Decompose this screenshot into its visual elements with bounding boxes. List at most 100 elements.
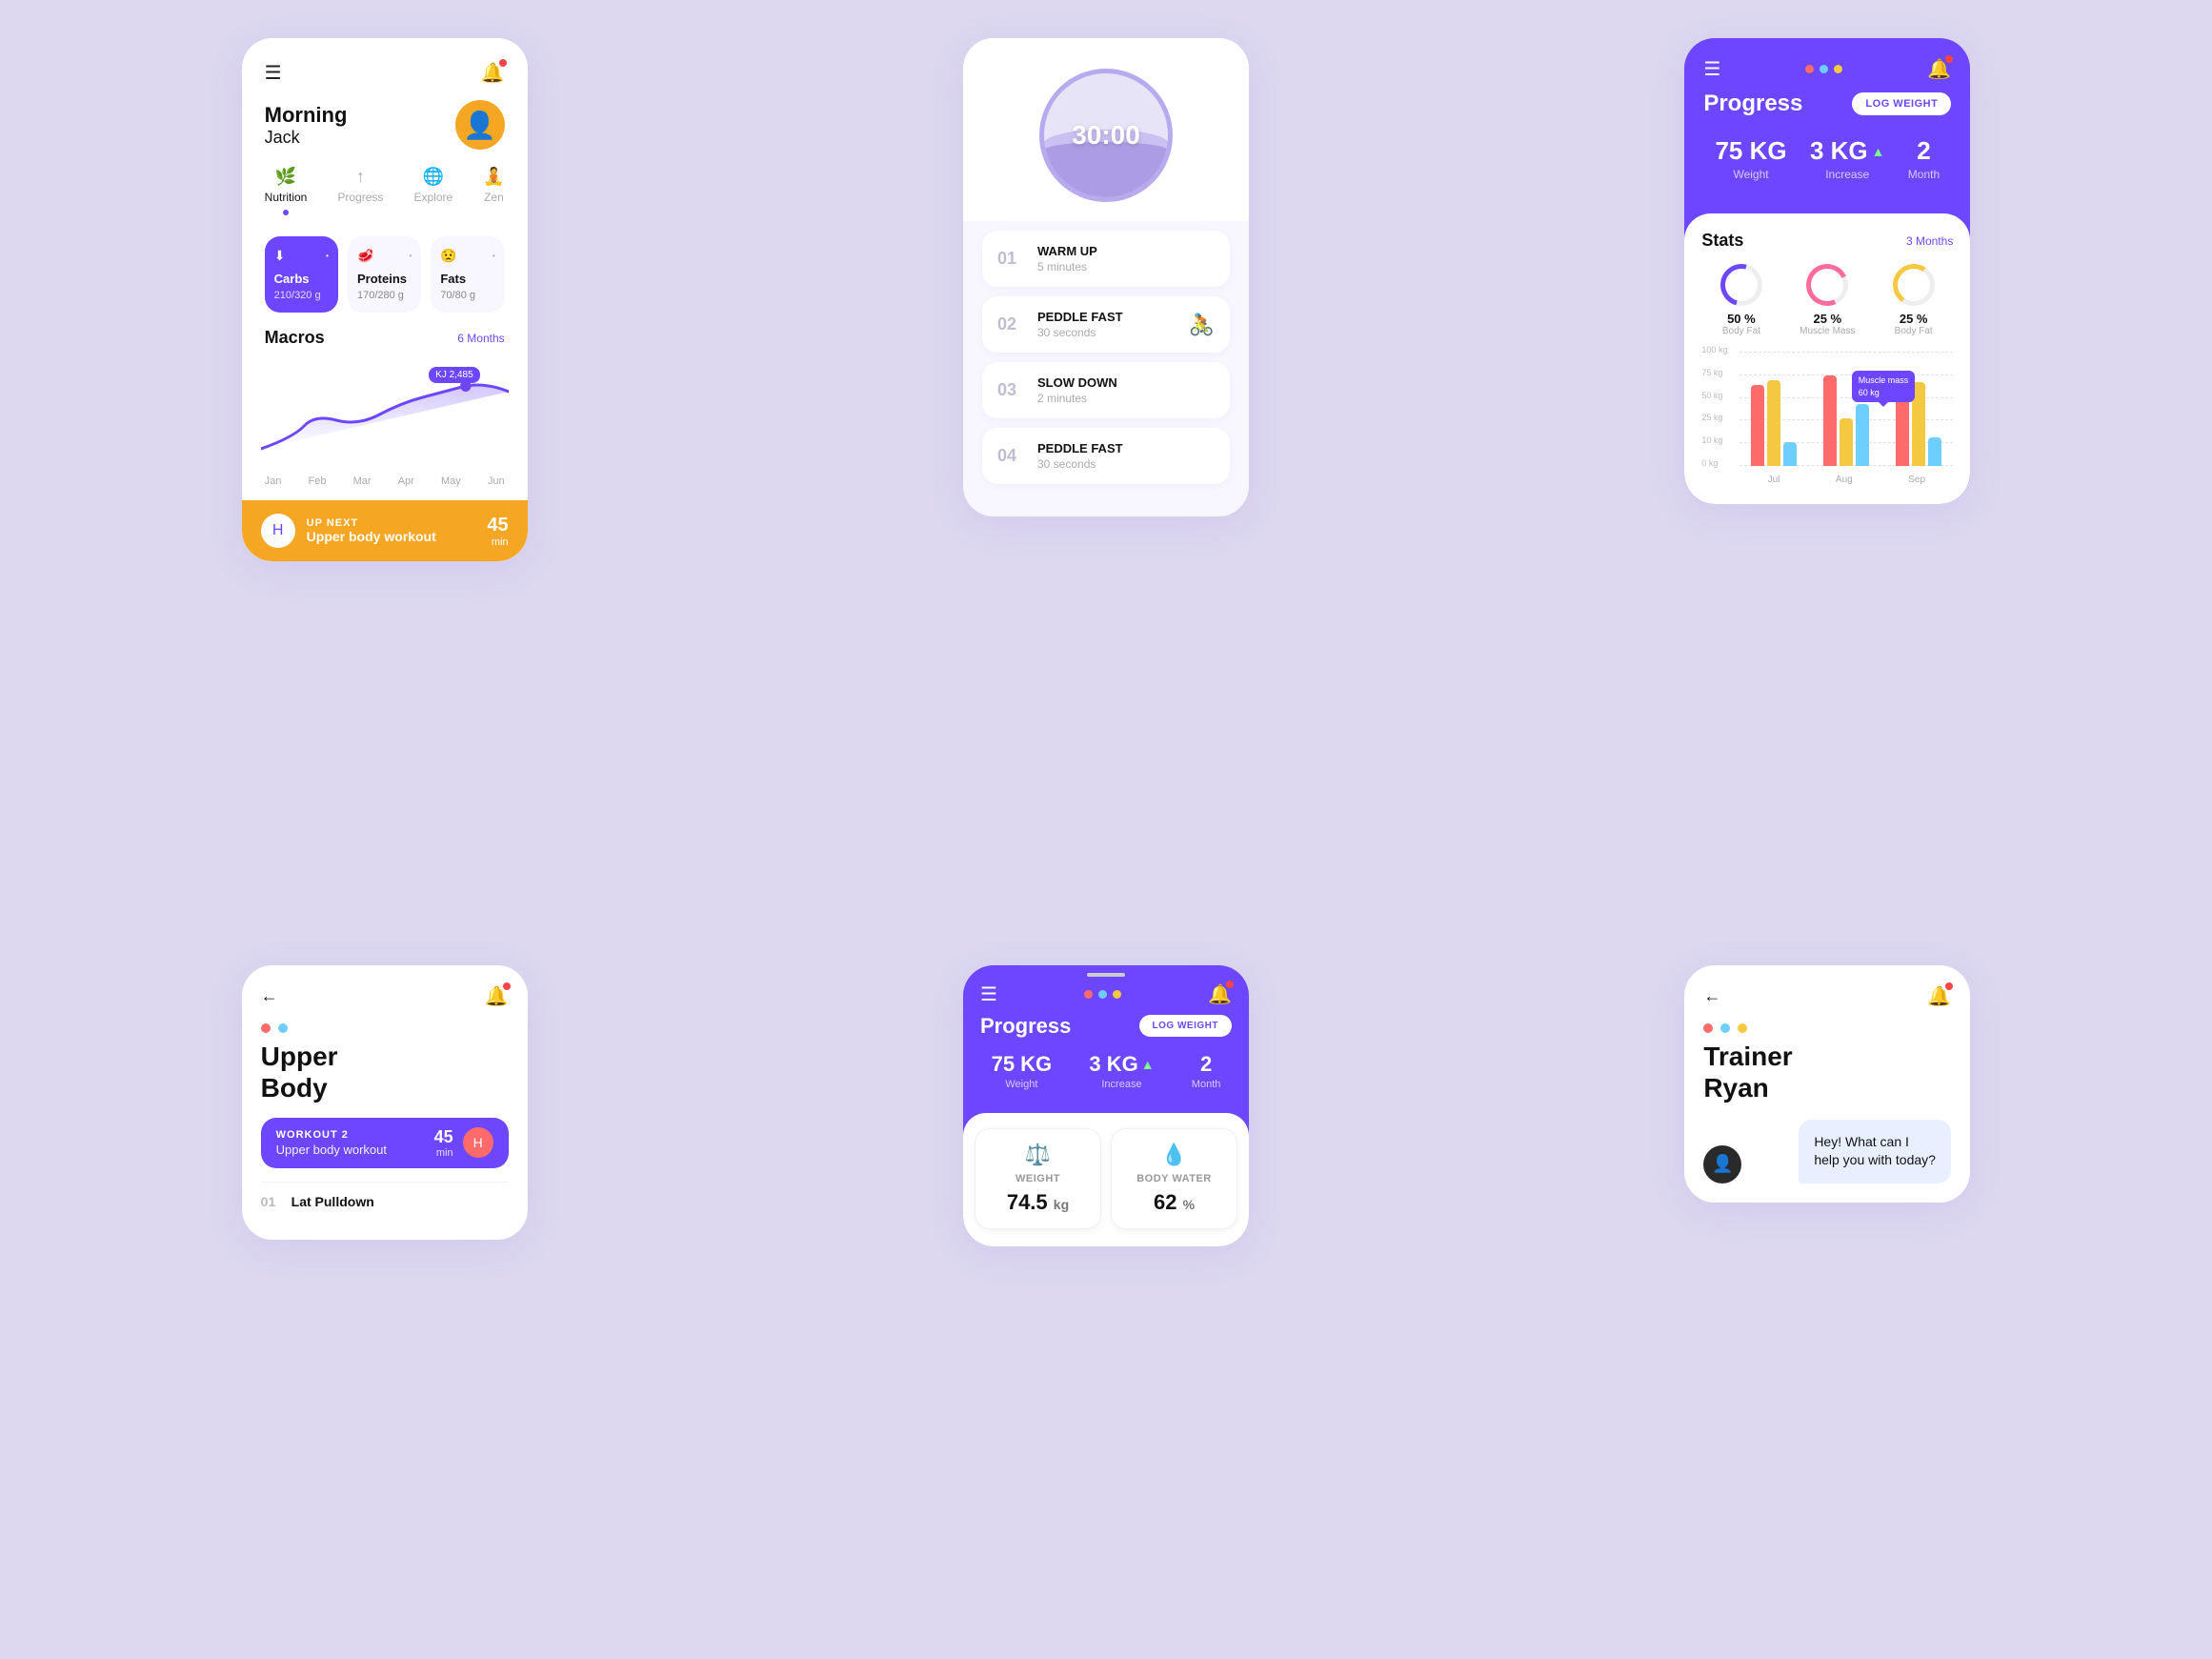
decorative-dots bbox=[261, 1023, 509, 1033]
macro-cards: ⬇ • Carbs 210/320 g 🥩 • Proteins 170/280… bbox=[265, 236, 505, 313]
bar-yellow-aug bbox=[1840, 418, 1853, 466]
hamburger-icon-mini[interactable]: ☰ bbox=[980, 982, 997, 1006]
trainer-avatar: 👤 bbox=[1703, 1145, 1741, 1184]
nutrition-icon: 🌿 bbox=[275, 167, 296, 187]
tab-explore[interactable]: 🌐 Explore bbox=[413, 167, 452, 215]
cycling-icon: 🚴 bbox=[1189, 313, 1215, 337]
notification-badge bbox=[503, 982, 511, 990]
list-item[interactable]: 03 SLOW DOWN 2 minutes bbox=[982, 362, 1230, 418]
kj-badge: KJ 2,485 bbox=[429, 367, 479, 383]
months-filter[interactable]: 6 Months bbox=[457, 332, 504, 345]
trainer-bell[interactable]: 🔔 bbox=[1927, 984, 1951, 1008]
deco-dot-yellow bbox=[1738, 1023, 1747, 1033]
bar-blue-jul bbox=[1783, 442, 1797, 466]
bar-yellow-jul bbox=[1767, 380, 1780, 466]
stats-row: 75 KG Weight 3 KG ▲ Increase 2 Month bbox=[1684, 117, 1970, 200]
deco-dot-red bbox=[1805, 65, 1814, 73]
workout-badge-info: WORKOUT 2 Upper body workout bbox=[276, 1129, 387, 1157]
deco-dot-yellow bbox=[1113, 990, 1121, 999]
up-next-time: 45 min bbox=[487, 515, 508, 548]
bar-x-labels: Jul Aug Sep bbox=[1739, 475, 1953, 485]
donut-circle-yellow bbox=[1889, 261, 1938, 310]
stat-increase: 3 KG ▲ Increase bbox=[1810, 136, 1885, 181]
log-weight-button[interactable]: LOG WEIGHT bbox=[1852, 92, 1951, 115]
carbs-dot: • bbox=[326, 252, 329, 260]
chart-x-labels: Jan Feb Mar Apr May Jun bbox=[265, 472, 505, 487]
upper-body-bell[interactable]: 🔔 bbox=[485, 984, 509, 1008]
deco-dot-red bbox=[261, 1023, 271, 1033]
bar-blue-sep bbox=[1928, 437, 1941, 466]
up-next-label: UP NEXT bbox=[307, 517, 436, 529]
body-water-data-card[interactable]: 💧 BODY WATER 62 % bbox=[1111, 1128, 1237, 1229]
stat-month: 2 Month bbox=[1908, 136, 1940, 181]
proteins-icon: 🥩 bbox=[357, 248, 373, 264]
progress-mini-card: ☰ 🔔 Progress LOG WEIGHT 75 KG Weight 3 K… bbox=[963, 965, 1249, 1246]
deco-dot-blue bbox=[1098, 990, 1107, 999]
progress-icon: ↑ bbox=[356, 167, 365, 187]
stats-title: Stats bbox=[1701, 231, 1743, 251]
greeting-label: Morning bbox=[265, 103, 348, 128]
donut-circle-blue bbox=[1713, 256, 1770, 314]
progress-bell[interactable]: 🔔 bbox=[1927, 57, 1951, 81]
hamburger-icon[interactable]: ☰ bbox=[265, 61, 282, 85]
log-weight-button-mini[interactable]: LOG WEIGHT bbox=[1139, 1015, 1232, 1037]
list-item[interactable]: 02 PEDDLE FAST 30 seconds 🚴 bbox=[982, 296, 1230, 353]
nav-tabs: 🌿 Nutrition ↑ Progress 🌐 Explore 🧘 Zen bbox=[265, 167, 505, 223]
progress-title: Progress bbox=[1703, 91, 1802, 117]
up-next-bar[interactable]: H UP NEXT Upper body workout 45 min bbox=[242, 500, 528, 561]
arrow-up-icon: ▲ bbox=[1872, 144, 1885, 159]
progress-card-purple: ☰ 🔔 Progress LOG WEIGHT 75 KG Weight 3 K… bbox=[1684, 38, 1970, 504]
back-arrow-trainer[interactable]: ← bbox=[1703, 986, 1720, 1006]
deco-dot-red bbox=[1703, 1023, 1713, 1033]
bar-chart-bars bbox=[1739, 352, 1953, 466]
workout-list: 01 WARM UP 5 minutes 02 PEDDLE FAST 30 s… bbox=[963, 221, 1249, 516]
fats-icon: 😟 bbox=[440, 248, 456, 264]
notifications-bell[interactable]: 🔔 bbox=[481, 61, 505, 85]
chat-row: 👤 Hey! What can I help you with today? bbox=[1703, 1120, 1951, 1184]
tab-nutrition[interactable]: 🌿 Nutrition bbox=[265, 167, 308, 215]
workout-badge-icon: H bbox=[463, 1127, 493, 1158]
exercise-item[interactable]: 01 Lat Pulldown bbox=[261, 1182, 509, 1221]
proteins-card[interactable]: 🥩 • Proteins 170/280 g bbox=[348, 236, 421, 313]
weight-data-card[interactable]: ⚖️ WEIGHT 74.5 kg bbox=[975, 1128, 1101, 1229]
stat-increase-mini: 3 KG ▲ Increase bbox=[1089, 1052, 1154, 1090]
data-cards-row: ⚖️ WEIGHT 74.5 kg 💧 BODY WATER 62 % bbox=[963, 1113, 1249, 1246]
muscle-tooltip: Muscle mass60 kg bbox=[1852, 371, 1916, 402]
arrow-up-icon-mini: ▲ bbox=[1141, 1057, 1155, 1072]
macros-chart: KJ 2,485 bbox=[261, 357, 509, 472]
deco-dot-blue bbox=[1720, 1023, 1730, 1033]
fats-card[interactable]: 😟 • Fats 70/80 g bbox=[431, 236, 504, 313]
notification-badge bbox=[499, 59, 507, 67]
tab-progress[interactable]: ↑ Progress bbox=[337, 167, 383, 215]
notification-badge bbox=[1945, 55, 1953, 63]
bar-blue-aug bbox=[1856, 404, 1869, 466]
list-item[interactable]: 01 WARM UP 5 minutes bbox=[982, 231, 1230, 287]
bar-chart: 100 kg 75 kg 50 kg 25 kg 10 kg 0 kg bbox=[1701, 352, 1953, 485]
scroll-indicator bbox=[1087, 973, 1125, 977]
stats-section: Stats 3 Months 50 % Body Fat 25 % Muscle… bbox=[1684, 213, 1970, 504]
zen-icon: 🧘 bbox=[483, 167, 504, 187]
carbs-icon: ⬇ bbox=[274, 248, 286, 264]
trainer-card: ← 🔔 TrainerRyan 👤 Hey! What can I help y… bbox=[1684, 965, 1970, 1203]
months-filter[interactable]: 3 Months bbox=[1906, 234, 1953, 248]
timer-circle: 30:00 bbox=[1039, 69, 1173, 202]
list-item[interactable]: 04 PEDDLE FAST 30 seconds bbox=[982, 428, 1230, 484]
workout-badge[interactable]: WORKOUT 2 Upper body workout 45 min H bbox=[261, 1118, 509, 1168]
avatar[interactable]: 👤 bbox=[455, 100, 505, 150]
fats-dot: • bbox=[493, 252, 495, 260]
deco-dot-red bbox=[1084, 990, 1093, 999]
tab-zen[interactable]: 🧘 Zen bbox=[483, 167, 504, 215]
macros-title: Macros bbox=[265, 328, 325, 348]
workout-icon: H bbox=[261, 514, 295, 548]
back-arrow-icon[interactable]: ← bbox=[261, 986, 278, 1006]
hamburger-icon-white[interactable]: ☰ bbox=[1703, 57, 1720, 81]
chat-bubble: Hey! What can I help you with today? bbox=[1799, 1120, 1951, 1184]
notification-badge bbox=[1226, 981, 1234, 988]
carbs-card[interactable]: ⬇ • Carbs 210/320 g bbox=[265, 236, 338, 313]
page-title: UpperBody bbox=[261, 1041, 509, 1104]
deco-dot-blue bbox=[1820, 65, 1828, 73]
bar-group-jul bbox=[1751, 380, 1797, 466]
up-next-title: Upper body workout bbox=[307, 529, 436, 544]
workout-time: 45 min bbox=[434, 1127, 453, 1159]
mini-bell[interactable]: 🔔 bbox=[1208, 982, 1232, 1006]
